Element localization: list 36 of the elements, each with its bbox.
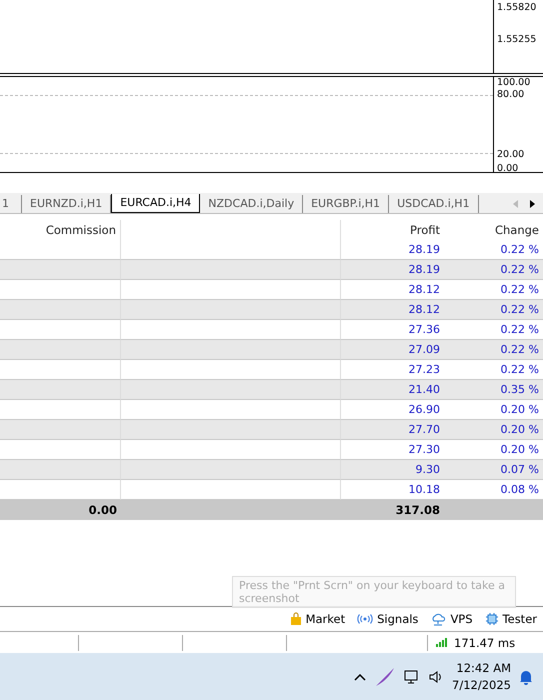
- chart-tab[interactable]: USDCAD.i,H1: [389, 195, 479, 213]
- profit-cell: 9.30: [341, 460, 444, 480]
- profit-cell: 27.09: [341, 340, 444, 360]
- profit-cell: 27.70: [341, 420, 444, 440]
- column-header: Commission: [0, 220, 121, 240]
- toolbar-button[interactable]: VPS: [430, 612, 473, 626]
- chart-tab[interactable]: NZDCAD.i,Daily: [200, 195, 304, 213]
- change-cell: 0.22 %: [444, 260, 543, 280]
- total-profit: 317.08: [341, 500, 444, 520]
- change-cell: 0.22 %: [444, 340, 543, 360]
- column-header: Profit: [409, 222, 441, 239]
- clock-time[interactable]: 12:42 AM: [456, 660, 511, 677]
- change-cell: 0.22 %: [444, 300, 543, 320]
- tooltip: Press the "Prnt Scrn" on your keyboard to take a screenshot: [232, 576, 516, 608]
- column-header: Change: [494, 222, 540, 239]
- axis-label: 0.00: [497, 163, 518, 174]
- profit-cell: 28.12: [341, 300, 444, 320]
- change-cell: 0.35 %: [444, 380, 543, 400]
- chart-tab[interactable]: EURGBP.i,H1: [303, 195, 390, 213]
- toolbar-button[interactable]: Tester: [484, 612, 537, 626]
- axis-label: 20.00: [497, 149, 524, 160]
- toolbar-button[interactable]: Signals: [357, 612, 418, 626]
- axis-label: 80.00: [497, 89, 524, 100]
- toolbar-button[interactable]: Market: [290, 612, 346, 626]
- change-cell: 0.07 %: [444, 460, 543, 480]
- change-cell: 0.20 %: [444, 420, 543, 440]
- profit-cell: 28.19: [341, 260, 444, 280]
- profit-cell: 21.40: [341, 380, 444, 400]
- total-commission: 0.00: [0, 500, 121, 520]
- clock-date[interactable]: 7/12/2025: [452, 677, 511, 694]
- chart-tab[interactable]: 1: [0, 195, 22, 213]
- chart-tab[interactable]: EURCAD.i,H4: [111, 194, 200, 213]
- axis-label: 1.55255: [497, 34, 536, 45]
- axis-label: 1.55820: [497, 2, 536, 13]
- axis-label: 100.00: [497, 77, 530, 88]
- ping-text: 171.47 ms: [454, 636, 516, 650]
